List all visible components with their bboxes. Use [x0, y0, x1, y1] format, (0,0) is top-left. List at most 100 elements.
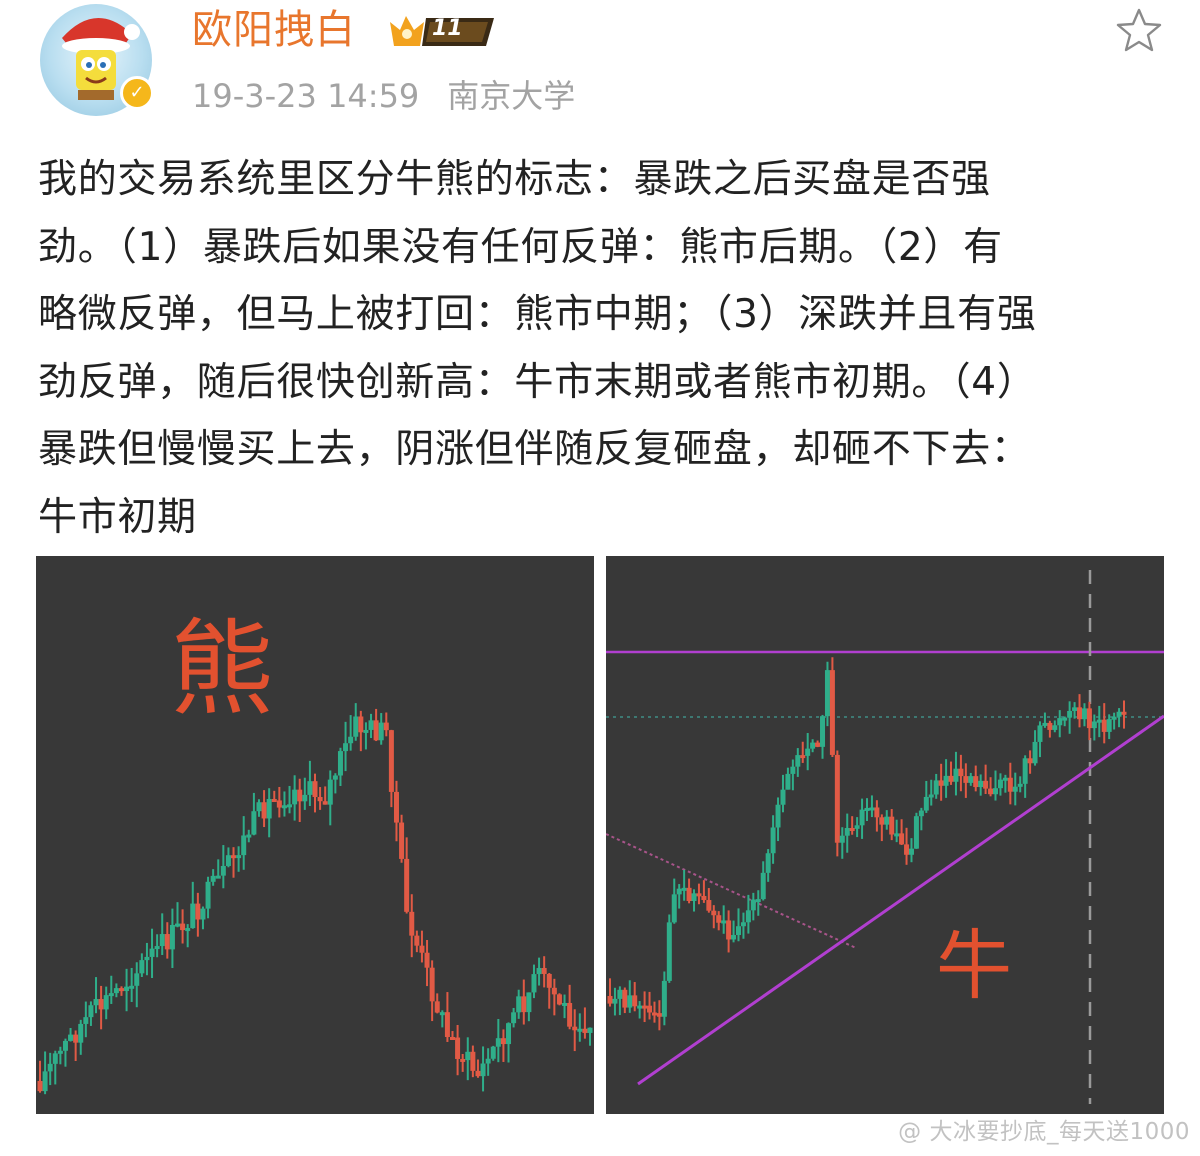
- candle-body: [913, 816, 919, 849]
- candle-body: [1022, 758, 1028, 784]
- post-source[interactable]: 南京大学: [447, 77, 575, 115]
- candle-body: [765, 853, 771, 873]
- candle-body: [185, 928, 191, 932]
- candle-body: [612, 998, 618, 1004]
- username[interactable]: 欧阳拽白: [192, 4, 356, 56]
- candle-body: [195, 903, 201, 920]
- candle-body: [884, 816, 890, 825]
- candle-body: [271, 799, 277, 803]
- candle-body: [404, 858, 410, 912]
- candle-body: [348, 736, 354, 744]
- post-timestamp: 19-3-23 14:59: [192, 77, 420, 115]
- candle-body: [343, 743, 349, 752]
- candle-body: [928, 794, 934, 798]
- candle-body: [562, 1002, 568, 1006]
- candle-body: [1027, 758, 1033, 764]
- candle-body: [460, 1058, 466, 1062]
- watermark: @ 大冰要抄底_每天送1000: [898, 1119, 1190, 1145]
- candle-body: [854, 825, 860, 829]
- candle-body: [434, 1001, 440, 1013]
- candle-body: [681, 887, 687, 891]
- candle-body: [696, 893, 702, 897]
- candle-body: [661, 980, 667, 1017]
- candle-body: [795, 755, 801, 767]
- post-line: 暴跌但慢慢买上去，阴涨但伴随反复砸盘，却砸不下去：: [38, 427, 1031, 473]
- candle-body: [983, 780, 989, 789]
- candle-body: [973, 776, 979, 788]
- candle-body: [740, 922, 746, 927]
- post-text: 我的交易系统里区分牛熊的标志：暴跌之后买盘是否强 劲。（1）暴跌后如果没有任何反…: [38, 146, 1168, 552]
- candle-body: [706, 900, 712, 911]
- candle-body: [470, 1051, 476, 1071]
- candle-body: [988, 788, 994, 795]
- candle-body: [1086, 708, 1092, 729]
- candle-body: [317, 796, 323, 802]
- candle-body: [276, 800, 282, 808]
- bear-chart-image[interactable]: 熊: [36, 556, 594, 1114]
- candle-body: [297, 789, 303, 802]
- candle-body: [879, 817, 885, 825]
- candle-body: [1017, 783, 1023, 787]
- candle-body: [1007, 777, 1013, 792]
- candle-body: [373, 720, 379, 741]
- candle-body: [656, 1013, 662, 1017]
- candle-body: [388, 730, 394, 792]
- candle-body: [546, 973, 552, 988]
- candle-body: [307, 781, 313, 795]
- candle-body: [190, 903, 196, 929]
- post-line: 劲反弹，随后很快创新高：牛市末期或者熊市初期。（4）: [38, 359, 1037, 405]
- candle-body: [899, 833, 905, 845]
- candle-body: [894, 833, 900, 837]
- candle-body: [750, 899, 756, 911]
- candle-body: [736, 926, 741, 936]
- candle-body: [73, 1034, 79, 1043]
- candle-body: [948, 775, 954, 782]
- candle-body: [666, 922, 672, 981]
- candle-body: [1012, 786, 1018, 792]
- candle-body: [531, 974, 537, 993]
- candle-body: [495, 1038, 501, 1047]
- candle-body: [521, 996, 527, 1013]
- candle-body: [1037, 725, 1043, 742]
- candle-body: [918, 810, 924, 817]
- candle-body: [642, 1005, 648, 1009]
- candle-body: [139, 960, 145, 974]
- candle-body: [1042, 722, 1048, 726]
- candle-body: [378, 722, 384, 741]
- candle-body: [93, 999, 99, 1006]
- candle-body: [256, 802, 262, 812]
- candle-body: [500, 1038, 506, 1045]
- candle-body: [526, 992, 532, 1013]
- candle-body: [180, 923, 186, 931]
- candle-body: [444, 1012, 450, 1037]
- candle-body: [889, 816, 895, 835]
- candle-body: [485, 1058, 491, 1064]
- candle-body: [383, 722, 389, 731]
- candle-body: [815, 742, 821, 747]
- candle-body: [480, 1063, 486, 1077]
- star-icon[interactable]: [1114, 6, 1164, 56]
- candle-body: [164, 934, 170, 950]
- post-line: 略微反弹，但马上被打回：熊市中期；（3）深跌并且有强: [38, 292, 1037, 338]
- candle-body: [78, 1023, 84, 1043]
- candle-body: [963, 776, 969, 783]
- bull-chart-image[interactable]: 牛: [606, 556, 1164, 1114]
- candle-body: [159, 934, 165, 947]
- candle-body: [721, 920, 727, 924]
- bull-candlestick-chart: [606, 570, 1164, 1104]
- candle-body: [144, 956, 150, 961]
- candle-body: [302, 794, 308, 802]
- candle-body: [651, 1012, 657, 1016]
- candle-body: [637, 1005, 643, 1009]
- candle-body: [849, 828, 855, 832]
- candle-body: [251, 811, 257, 835]
- candle-body: [1081, 708, 1087, 720]
- candle-body: [175, 923, 180, 927]
- candle-body: [287, 804, 293, 808]
- candle-body: [829, 670, 835, 755]
- candle-body: [745, 910, 751, 923]
- ascending-trendline: [637, 714, 1164, 1086]
- candle-body: [1047, 722, 1053, 730]
- candle-body: [1072, 707, 1078, 711]
- candle-body: [997, 779, 1003, 789]
